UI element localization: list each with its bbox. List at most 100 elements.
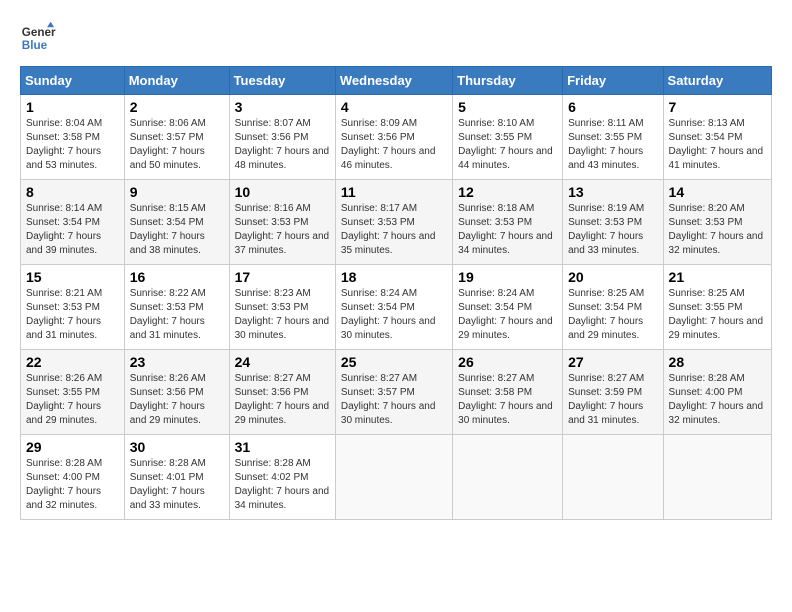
calendar-cell: 30 Sunrise: 8:28 AMSunset: 4:01 PMDayligh… bbox=[124, 435, 229, 520]
day-number: 11 bbox=[341, 184, 447, 200]
calendar-cell: 31Sunrise: 8:28 AMSunset: 4:02 PMDayligh… bbox=[229, 435, 335, 520]
day-number: 3 bbox=[235, 99, 330, 115]
weekday-header-saturday: Saturday bbox=[663, 67, 771, 95]
day-info: Sunrise: 8:27 AMSunset: 3:58 PMDaylight:… bbox=[458, 372, 557, 428]
calendar-cell bbox=[563, 435, 663, 520]
calendar-cell: 26 Sunrise: 8:27 AMSunset: 3:58 PMDayligh… bbox=[453, 350, 563, 435]
day-number: 13 bbox=[568, 184, 657, 200]
calendar-cell: 8 Sunrise: 8:14 AMSunset: 3:54 PMDaylight… bbox=[21, 180, 125, 265]
calendar-cell: 12 Sunrise: 8:18 AMSunset: 3:53 PMDayligh… bbox=[453, 180, 563, 265]
day-number: 24 bbox=[235, 354, 330, 370]
calendar-week-5: 29Sunrise: 8:28 AMSunset: 4:00 PMDayligh… bbox=[21, 435, 772, 520]
day-number: 22 bbox=[26, 354, 119, 370]
day-number: 6 bbox=[568, 99, 657, 115]
weekday-header-wednesday: Wednesday bbox=[335, 67, 452, 95]
calendar-week-3: 15Sunrise: 8:21 AMSunset: 3:53 PMDayligh… bbox=[21, 265, 772, 350]
weekday-header-sunday: Sunday bbox=[21, 67, 125, 95]
day-number: 25 bbox=[341, 354, 447, 370]
calendar-cell bbox=[335, 435, 452, 520]
calendar-cell: 10 Sunrise: 8:16 AMSunset: 3:53 PMDayligh… bbox=[229, 180, 335, 265]
day-info: Sunrise: 8:26 AMSunset: 3:56 PMDaylight:… bbox=[130, 372, 224, 428]
day-number: 29 bbox=[26, 439, 119, 455]
day-info: Sunrise: 8:11 AMSunset: 3:55 PMDaylight:… bbox=[568, 117, 657, 173]
day-number: 28 bbox=[669, 354, 766, 370]
calendar-cell: 5 Sunrise: 8:10 AMSunset: 3:55 PMDaylight… bbox=[453, 95, 563, 180]
calendar-cell: 21 Sunrise: 8:25 AMSunset: 3:55 PMDayligh… bbox=[663, 265, 771, 350]
day-number: 21 bbox=[669, 269, 766, 285]
day-info: Sunrise: 8:04 AMSunset: 3:58 PMDaylight:… bbox=[26, 117, 119, 173]
weekday-header-monday: Monday bbox=[124, 67, 229, 95]
day-info: Sunrise: 8:18 AMSunset: 3:53 PMDaylight:… bbox=[458, 202, 557, 258]
day-info: Sunrise: 8:06 AMSunset: 3:57 PMDaylight:… bbox=[130, 117, 224, 173]
calendar-cell: 9 Sunrise: 8:15 AMSunset: 3:54 PMDaylight… bbox=[124, 180, 229, 265]
day-info: Sunrise: 8:27 AMSunset: 3:56 PMDaylight:… bbox=[235, 372, 330, 428]
day-info: Sunrise: 8:13 AMSunset: 3:54 PMDaylight:… bbox=[669, 117, 766, 173]
day-info: Sunrise: 8:19 AMSunset: 3:53 PMDaylight:… bbox=[568, 202, 657, 258]
day-number: 19 bbox=[458, 269, 557, 285]
day-number: 5 bbox=[458, 99, 557, 115]
weekday-header-friday: Friday bbox=[563, 67, 663, 95]
calendar-week-2: 8 Sunrise: 8:14 AMSunset: 3:54 PMDaylight… bbox=[21, 180, 772, 265]
day-number: 8 bbox=[26, 184, 119, 200]
day-info: Sunrise: 8:07 AMSunset: 3:56 PMDaylight:… bbox=[235, 117, 330, 173]
day-number: 10 bbox=[235, 184, 330, 200]
day-number: 27 bbox=[568, 354, 657, 370]
day-info: Sunrise: 8:27 AMSunset: 3:57 PMDaylight:… bbox=[341, 372, 447, 428]
day-number: 26 bbox=[458, 354, 557, 370]
svg-text:General: General bbox=[22, 26, 56, 39]
day-number: 9 bbox=[130, 184, 224, 200]
calendar-cell: 3 Sunrise: 8:07 AMSunset: 3:56 PMDaylight… bbox=[229, 95, 335, 180]
day-number: 4 bbox=[341, 99, 447, 115]
calendar-table: SundayMondayTuesdayWednesdayThursdayFrid… bbox=[20, 66, 772, 520]
day-number: 1 bbox=[26, 99, 119, 115]
day-number: 30 bbox=[130, 439, 224, 455]
day-number: 16 bbox=[130, 269, 224, 285]
calendar-cell: 11 Sunrise: 8:17 AMSunset: 3:53 PMDayligh… bbox=[335, 180, 452, 265]
calendar-cell: 29Sunrise: 8:28 AMSunset: 4:00 PMDayligh… bbox=[21, 435, 125, 520]
calendar-cell: 23Sunrise: 8:26 AMSunset: 3:56 PMDayligh… bbox=[124, 350, 229, 435]
day-info: Sunrise: 8:15 AMSunset: 3:54 PMDaylight:… bbox=[130, 202, 224, 258]
calendar-cell: 2Sunrise: 8:06 AMSunset: 3:57 PMDaylight… bbox=[124, 95, 229, 180]
day-info: Sunrise: 8:27 AMSunset: 3:59 PMDaylight:… bbox=[568, 372, 657, 428]
day-info: Sunrise: 8:23 AMSunset: 3:53 PMDaylight:… bbox=[235, 287, 330, 343]
calendar-cell: 13 Sunrise: 8:19 AMSunset: 3:53 PMDayligh… bbox=[563, 180, 663, 265]
calendar-cell: 24 Sunrise: 8:27 AMSunset: 3:56 PMDayligh… bbox=[229, 350, 335, 435]
day-number: 15 bbox=[26, 269, 119, 285]
calendar-cell: 17 Sunrise: 8:23 AMSunset: 3:53 PMDayligh… bbox=[229, 265, 335, 350]
day-info: Sunrise: 8:16 AMSunset: 3:53 PMDaylight:… bbox=[235, 202, 330, 258]
calendar-cell: 18Sunrise: 8:24 AMSunset: 3:54 PMDayligh… bbox=[335, 265, 452, 350]
calendar-cell bbox=[663, 435, 771, 520]
day-info: Sunrise: 8:14 AMSunset: 3:54 PMDaylight:… bbox=[26, 202, 119, 258]
day-number: 12 bbox=[458, 184, 557, 200]
day-info: Sunrise: 8:28 AMSunset: 4:00 PMDaylight:… bbox=[669, 372, 766, 428]
calendar-cell: 14 Sunrise: 8:20 AMSunset: 3:53 PMDayligh… bbox=[663, 180, 771, 265]
day-info: Sunrise: 8:10 AMSunset: 3:55 PMDaylight:… bbox=[458, 117, 557, 173]
calendar-cell: 6 Sunrise: 8:11 AMSunset: 3:55 PMDaylight… bbox=[563, 95, 663, 180]
day-number: 7 bbox=[669, 99, 766, 115]
calendar-header-row: SundayMondayTuesdayWednesdayThursdayFrid… bbox=[21, 67, 772, 95]
day-info: Sunrise: 8:25 AMSunset: 3:55 PMDaylight:… bbox=[669, 287, 766, 343]
logo-icon: General Blue bbox=[20, 20, 56, 56]
calendar-cell: 15Sunrise: 8:21 AMSunset: 3:53 PMDayligh… bbox=[21, 265, 125, 350]
day-number: 17 bbox=[235, 269, 330, 285]
day-number: 14 bbox=[669, 184, 766, 200]
calendar-cell: 1 Sunrise: 8:04 AMSunset: 3:58 PMDaylight… bbox=[21, 95, 125, 180]
day-number: 31 bbox=[235, 439, 330, 455]
logo: General Blue bbox=[20, 20, 56, 56]
calendar-cell: 28 Sunrise: 8:28 AMSunset: 4:00 PMDayligh… bbox=[663, 350, 771, 435]
calendar-cell bbox=[453, 435, 563, 520]
page-header: General Blue bbox=[20, 20, 772, 56]
day-info: Sunrise: 8:17 AMSunset: 3:53 PMDaylight:… bbox=[341, 202, 447, 258]
day-info: Sunrise: 8:28 AMSunset: 4:01 PMDaylight:… bbox=[130, 457, 224, 513]
calendar-cell: 4Sunrise: 8:09 AMSunset: 3:56 PMDaylight… bbox=[335, 95, 452, 180]
calendar-cell: 25 Sunrise: 8:27 AMSunset: 3:57 PMDayligh… bbox=[335, 350, 452, 435]
day-info: Sunrise: 8:20 AMSunset: 3:53 PMDaylight:… bbox=[669, 202, 766, 258]
day-info: Sunrise: 8:24 AMSunset: 3:54 PMDaylight:… bbox=[341, 287, 447, 343]
day-info: Sunrise: 8:25 AMSunset: 3:54 PMDaylight:… bbox=[568, 287, 657, 343]
calendar-cell: 16Sunrise: 8:22 AMSunset: 3:53 PMDayligh… bbox=[124, 265, 229, 350]
calendar-cell: 19 Sunrise: 8:24 AMSunset: 3:54 PMDayligh… bbox=[453, 265, 563, 350]
weekday-header-thursday: Thursday bbox=[453, 67, 563, 95]
calendar-cell: 7 Sunrise: 8:13 AMSunset: 3:54 PMDaylight… bbox=[663, 95, 771, 180]
calendar-cell: 22Sunrise: 8:26 AMSunset: 3:55 PMDayligh… bbox=[21, 350, 125, 435]
day-info: Sunrise: 8:24 AMSunset: 3:54 PMDaylight:… bbox=[458, 287, 557, 343]
